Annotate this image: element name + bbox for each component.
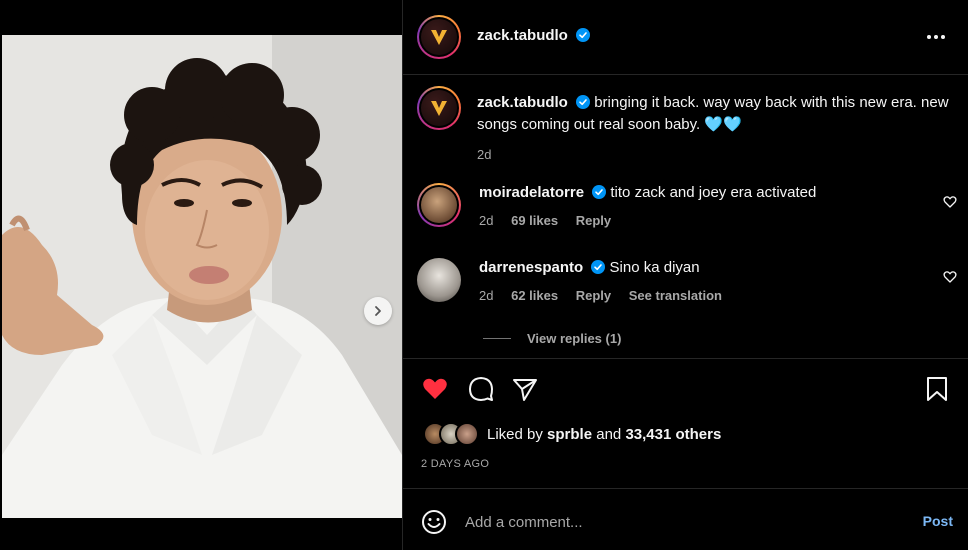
comment-meta: 2d 69 likes Reply xyxy=(479,213,625,228)
comment-meta: 2d 62 likes Reply See translation xyxy=(479,288,736,303)
commenter-avatar[interactable] xyxy=(417,183,461,227)
comment-body: darrenespanto Sino ka diyan xyxy=(479,258,919,278)
caption-meta: 2d xyxy=(477,144,957,166)
likes-text: Liked by sprble and 33,431 others xyxy=(487,426,721,443)
comment-likes[interactable]: 69 likes xyxy=(511,213,558,228)
verified-badge-icon xyxy=(576,28,591,42)
comment-text: Sino ka diyan xyxy=(609,259,700,276)
view-replies-label: View replies (1) xyxy=(527,331,622,346)
post-media-pane xyxy=(0,0,402,550)
verified-badge-icon xyxy=(591,260,606,274)
caption-age: 2d xyxy=(477,147,492,162)
reply-button[interactable]: Reply xyxy=(576,213,611,228)
liked-by-user[interactable]: sprble xyxy=(547,426,592,443)
comment-body: moiradelatorre tito zack and joey era ac… xyxy=(479,183,919,203)
liker-avatar xyxy=(455,422,479,446)
view-replies-button[interactable]: View replies (1) xyxy=(483,331,621,346)
comment-text: tito zack and joey era activated xyxy=(610,184,817,201)
verified-badge-icon xyxy=(576,95,591,109)
heart-outline-icon[interactable] xyxy=(943,270,957,284)
liker-avatars xyxy=(423,422,483,446)
emoji-icon[interactable] xyxy=(421,509,447,535)
next-photo-button[interactable] xyxy=(364,297,392,325)
comment-age: 2d xyxy=(479,288,494,303)
likes-count[interactable]: 33,431 others xyxy=(625,426,721,443)
comment-icon[interactable] xyxy=(467,375,495,403)
post-header: zack.tabudlo xyxy=(403,0,968,75)
post-photo-illustration xyxy=(2,35,402,518)
replies-divider-line xyxy=(483,338,511,339)
v-logo-icon xyxy=(431,30,447,45)
chevron-right-icon xyxy=(375,306,381,316)
add-comment-bar: Post xyxy=(403,488,968,550)
comment-age: 2d xyxy=(479,213,494,228)
post-photo[interactable] xyxy=(2,35,402,518)
v-logo-icon xyxy=(431,101,447,116)
bookmark-icon[interactable] xyxy=(923,375,951,403)
author-username[interactable]: zack.tabudlo xyxy=(477,27,568,44)
action-bar xyxy=(403,358,968,414)
caption-username[interactable]: zack.tabudlo xyxy=(477,94,568,111)
commenter-avatar[interactable] xyxy=(417,258,461,302)
post-details-pane: zack.tabudlo zack.tabudlo bringing it ba… xyxy=(402,0,968,550)
post-timestamp[interactable]: 2 DAYS AGO xyxy=(421,458,489,470)
liked-by-and: and xyxy=(596,425,622,443)
heart-filled-icon[interactable] xyxy=(421,375,449,403)
likes-summary: Liked by sprble and 33,431 others xyxy=(423,421,721,447)
commenter-username[interactable]: darrenespanto xyxy=(479,259,583,276)
liked-by-prefix: Liked by xyxy=(487,425,543,443)
more-horizontal-icon[interactable] xyxy=(925,26,947,48)
commenter-username[interactable]: moiradelatorre xyxy=(479,184,584,201)
author-avatar[interactable] xyxy=(417,15,461,59)
caption-author-avatar[interactable] xyxy=(417,86,461,130)
verified-badge-icon xyxy=(592,185,607,199)
see-translation-button[interactable]: See translation xyxy=(629,288,722,303)
comment-input[interactable] xyxy=(465,507,885,537)
reply-button[interactable]: Reply xyxy=(576,288,611,303)
share-icon[interactable] xyxy=(511,375,539,403)
caption-text-block: zack.tabudlo bringing it back. way way b… xyxy=(477,92,957,166)
post-comment-button[interactable]: Post xyxy=(923,513,953,529)
comment-likes[interactable]: 62 likes xyxy=(511,288,558,303)
heart-outline-icon[interactable] xyxy=(943,195,957,209)
